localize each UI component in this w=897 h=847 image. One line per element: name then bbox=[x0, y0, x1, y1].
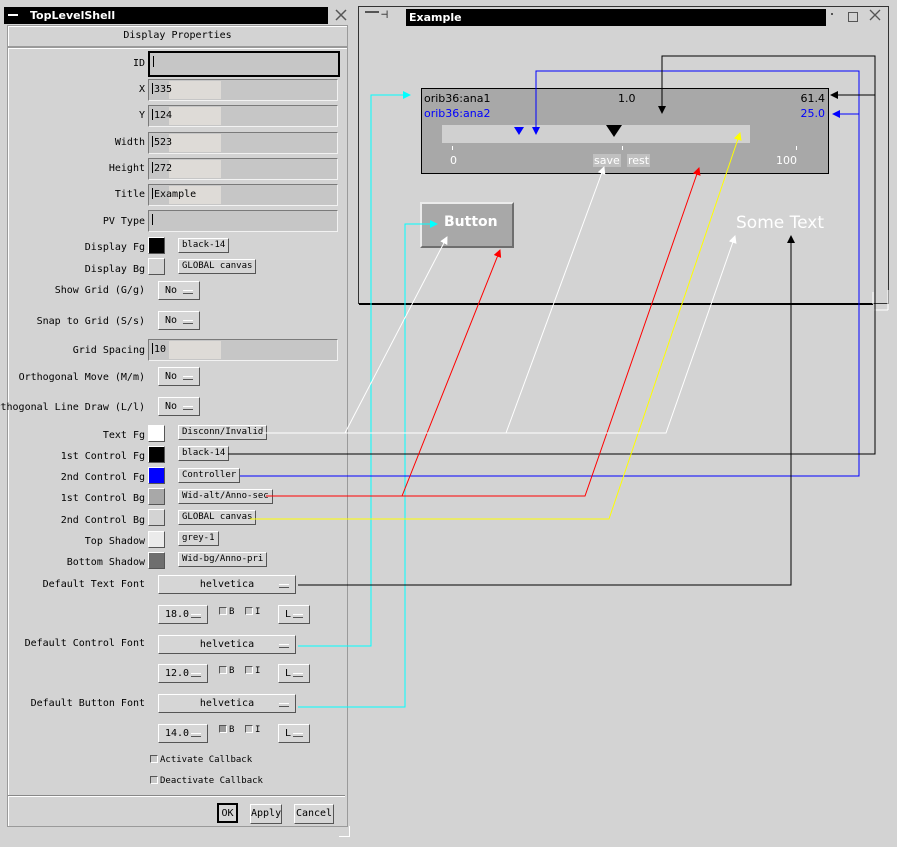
slider-pointer-primary[interactable] bbox=[604, 123, 624, 139]
connector-lines bbox=[228, 55, 889, 708]
slider-pointer-secondary[interactable] bbox=[513, 126, 525, 136]
